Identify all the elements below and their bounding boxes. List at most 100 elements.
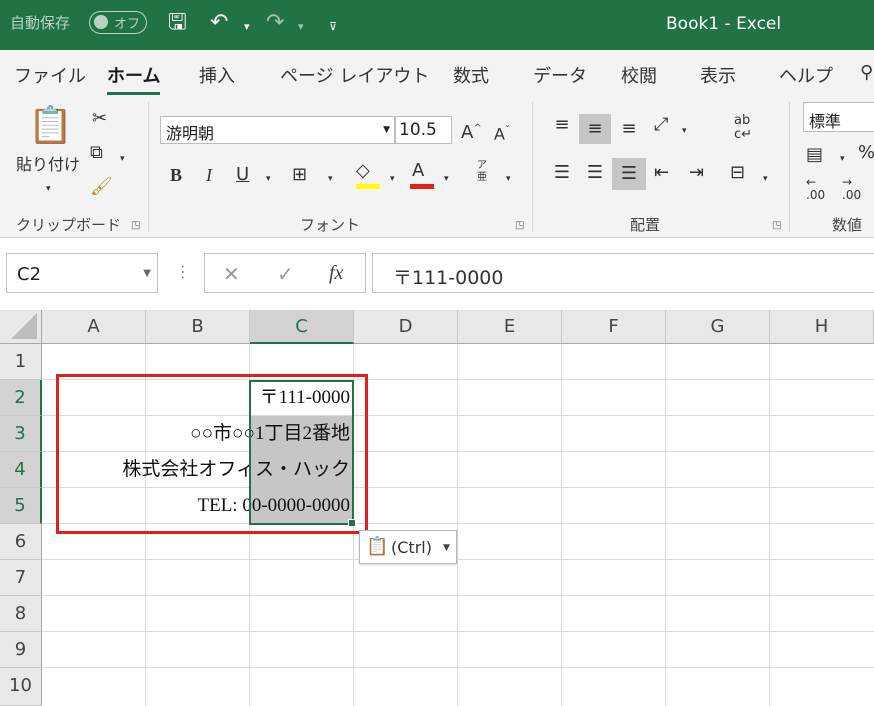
alignment-launcher-icon[interactable]: ◳ xyxy=(772,220,781,231)
column-header-b[interactable]: B xyxy=(146,310,250,344)
divider xyxy=(789,102,790,232)
insert-function-button[interactable]: fx xyxy=(329,262,343,285)
formula-input[interactable]: 〒111-0000 xyxy=(372,253,874,293)
align-right-icon[interactable]: ☰ xyxy=(612,158,646,190)
merge-dropdown-icon[interactable]: ▾ xyxy=(763,168,768,190)
tab-page-layout[interactable]: ページ レイアウト xyxy=(280,62,429,88)
number-format-box[interactable]: 標準 xyxy=(803,102,874,132)
cut-icon[interactable]: ✂ xyxy=(92,108,107,130)
column-header-c[interactable]: C xyxy=(250,310,354,344)
column-header-e[interactable]: E xyxy=(458,310,562,344)
autosave-toggle[interactable]: オフ xyxy=(89,11,147,34)
tab-help[interactable]: ヘルプ xyxy=(779,62,833,88)
tab-view[interactable]: 表示 xyxy=(700,62,736,88)
column-header-d[interactable]: D xyxy=(354,310,458,344)
underline-dropdown-icon[interactable]: ▾ xyxy=(266,168,271,190)
document-title: Book1 - Excel xyxy=(666,14,782,34)
clipboard-group-label: クリップボード xyxy=(16,216,122,234)
decrease-indent-icon[interactable]: ⇤ xyxy=(654,162,669,184)
copy-icon[interactable]: ⧉ xyxy=(90,142,103,164)
save-icon[interactable]: 🖫 xyxy=(168,10,187,36)
redo-dropdown-icon[interactable]: ▾ xyxy=(298,14,304,40)
phonetic-dropdown-icon[interactable]: ▾ xyxy=(506,168,511,190)
increase-decimal-button[interactable]: ← .00 xyxy=(806,176,825,202)
percent-style-button[interactable]: % xyxy=(858,142,874,164)
row-header-6[interactable]: 6 xyxy=(0,524,42,560)
undo-dropdown-icon[interactable]: ▾ xyxy=(244,14,250,40)
paste-dropdown-icon[interactable]: ▾ xyxy=(46,178,51,200)
formula-bar: C2 ▼ ⋮ ✕ ✓ fx 〒111-0000 xyxy=(0,238,874,310)
customize-quick-access-icon[interactable]: ⊽ xyxy=(329,14,337,40)
borders-icon[interactable]: ⊞ xyxy=(292,164,307,186)
align-bottom-icon[interactable]: ≡ xyxy=(617,118,641,148)
orientation-icon[interactable]: ⤢ xyxy=(654,114,668,136)
formula-buttons: ✕ ✓ fx xyxy=(204,253,366,293)
increase-decimal-label: .00 xyxy=(806,188,826,202)
align-middle-icon[interactable]: ≡ xyxy=(579,114,611,144)
wrap-text-button[interactable]: ab c↵ xyxy=(734,114,752,142)
align-left-icon[interactable]: ☰ xyxy=(550,162,574,192)
row-header-5[interactable]: 5 xyxy=(0,488,42,524)
font-name-box[interactable]: 游明朝 ▼ xyxy=(160,116,395,144)
shrink-font-button[interactable]: Aˇ xyxy=(494,120,510,145)
select-all-button[interactable] xyxy=(0,310,42,344)
accounting-format-icon[interactable]: ▤ xyxy=(806,144,823,166)
chevron-down-icon: ▼ xyxy=(443,543,450,553)
tell-me-search-icon[interactable]: ⚲ xyxy=(860,62,873,83)
accounting-dropdown-icon[interactable]: ▾ xyxy=(840,148,845,170)
gridline xyxy=(42,631,874,632)
column-header-a[interactable]: A xyxy=(42,310,146,344)
font-launcher-icon[interactable]: ◳ xyxy=(515,220,524,231)
highlight-box xyxy=(56,374,368,534)
format-painter-icon[interactable]: 🖌 xyxy=(90,176,113,198)
enter-icon[interactable]: ✓ xyxy=(277,262,294,286)
phonetic-guide-button[interactable]: ア亜 xyxy=(477,160,487,184)
align-top-icon[interactable]: ≡ xyxy=(550,114,574,144)
undo-icon[interactable]: ↶ xyxy=(210,10,228,36)
row-header-1[interactable]: 1 xyxy=(0,344,42,380)
italic-button[interactable]: I xyxy=(206,164,212,186)
column-header-f[interactable]: F xyxy=(562,310,666,344)
font-color-icon[interactable]: A xyxy=(410,160,434,189)
font-size-box[interactable]: 10.5 xyxy=(395,116,452,144)
borders-dropdown-icon[interactable]: ▾ xyxy=(328,168,333,190)
merge-center-icon[interactable]: ⊟ xyxy=(730,162,745,184)
paste-options-label: (Ctrl) xyxy=(391,538,432,557)
decrease-decimal-button[interactable]: → .00 xyxy=(842,176,861,202)
clipboard-launcher-icon[interactable]: ◳ xyxy=(131,220,140,231)
row-header-4[interactable]: 4 xyxy=(0,452,42,488)
bold-button[interactable]: B xyxy=(170,164,182,186)
font-group-label: フォント xyxy=(300,216,361,234)
grow-font-button[interactable]: A^ xyxy=(461,118,482,144)
tab-review[interactable]: 校閲 xyxy=(621,62,657,88)
row-header-7[interactable]: 7 xyxy=(0,560,42,596)
row-header-10[interactable]: 10 xyxy=(0,668,42,706)
fill-color-dropdown-icon[interactable]: ▾ xyxy=(390,168,395,190)
redo-icon[interactable]: ↷ xyxy=(266,10,284,36)
increase-indent-icon[interactable]: ⇥ xyxy=(689,162,704,184)
clipboard-icon: 📋 xyxy=(366,536,389,557)
underline-button[interactable]: U xyxy=(236,164,249,186)
copy-dropdown-icon[interactable]: ▾ xyxy=(120,148,125,170)
name-box[interactable]: C2 ▼ xyxy=(6,253,158,293)
tab-home[interactable]: ホーム xyxy=(107,62,161,95)
align-center-icon[interactable]: ☰ xyxy=(583,162,607,192)
row-header-8[interactable]: 8 xyxy=(0,596,42,632)
row-header-3[interactable]: 3 xyxy=(0,416,42,452)
fill-color-icon[interactable]: ◇ xyxy=(356,160,380,189)
name-box-value: C2 xyxy=(17,264,42,285)
tab-file[interactable]: ファイル xyxy=(14,62,86,88)
font-color-dropdown-icon[interactable]: ▾ xyxy=(444,168,449,190)
tab-data[interactable]: データ xyxy=(533,62,587,88)
row-header-2[interactable]: 2 xyxy=(0,380,42,416)
more-options-icon[interactable]: ⋮ xyxy=(175,262,191,281)
paste-options-button[interactable]: 📋 (Ctrl) ▼ xyxy=(359,530,457,564)
gridline xyxy=(42,667,874,668)
tab-insert[interactable]: 挿入 xyxy=(199,62,235,88)
column-header-g[interactable]: G xyxy=(666,310,770,344)
tab-formulas[interactable]: 数式 xyxy=(453,62,489,88)
column-header-h[interactable]: H xyxy=(770,310,874,344)
row-header-9[interactable]: 9 xyxy=(0,632,42,668)
cancel-icon[interactable]: ✕ xyxy=(223,262,240,286)
orientation-dropdown-icon[interactable]: ▾ xyxy=(682,120,687,142)
